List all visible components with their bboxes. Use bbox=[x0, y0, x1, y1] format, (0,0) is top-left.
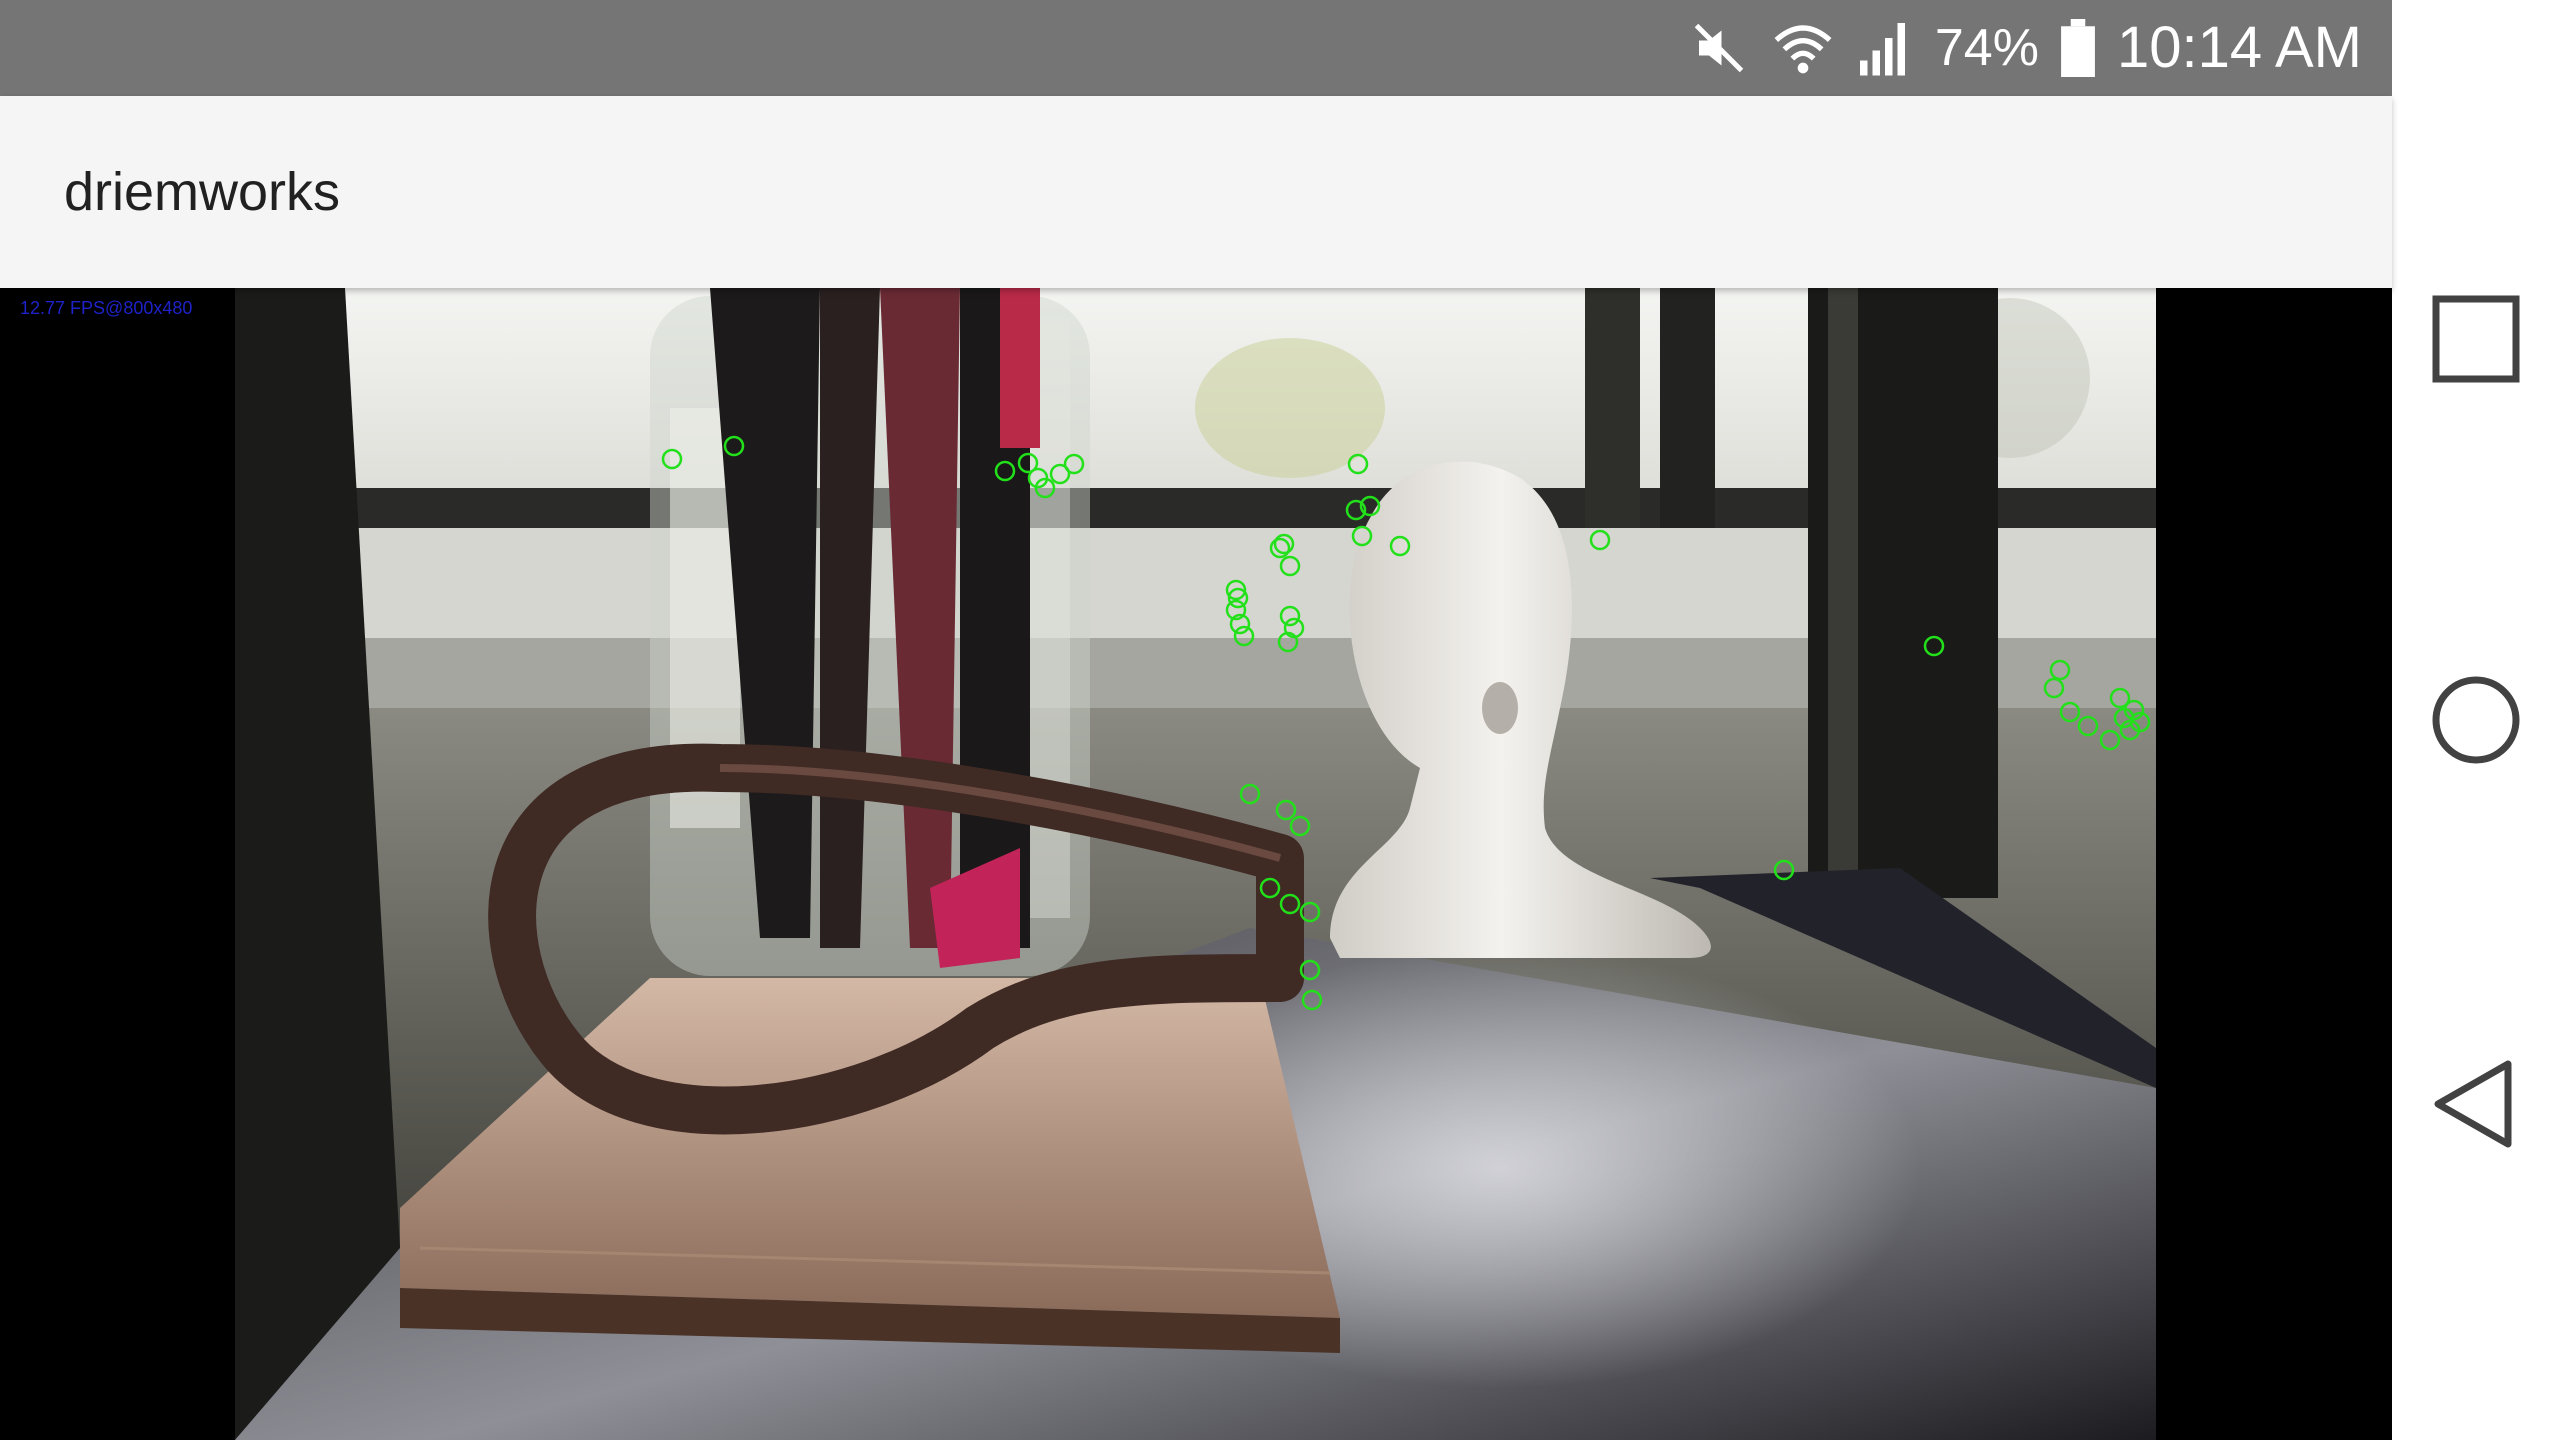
mute-icon bbox=[1689, 18, 1749, 78]
app-title: driemworks bbox=[64, 162, 341, 222]
keypoint-marker bbox=[2099, 729, 2121, 751]
keypoint-marker bbox=[1589, 529, 1611, 551]
keypoint-marker bbox=[1299, 959, 1321, 981]
keypoint-marker bbox=[1351, 525, 1373, 547]
clock: 10:14 AM bbox=[2116, 15, 2362, 80]
keypoint-marker bbox=[2077, 715, 2099, 737]
keypoint-marker bbox=[2049, 659, 2071, 681]
keypoint-marker bbox=[1279, 605, 1301, 627]
recents-button[interactable] bbox=[2392, 255, 2560, 423]
keypoint-marker bbox=[1063, 453, 1085, 475]
camera-preview[interactable]: 12.77 FPS@800x480 bbox=[0, 288, 2392, 1440]
navigation-bar bbox=[2392, 0, 2560, 1440]
battery-icon bbox=[2061, 19, 2095, 77]
keypoint-marker bbox=[1269, 537, 1291, 559]
keypoint-marker bbox=[1347, 453, 1369, 475]
keypoint-marker bbox=[1273, 533, 1295, 555]
fps-readout: 12.77 FPS@800x480 bbox=[20, 298, 193, 318]
keypoint-marker bbox=[994, 460, 1016, 482]
back-button[interactable] bbox=[2392, 1020, 2560, 1188]
keypoint-marker bbox=[1275, 799, 1297, 821]
keypoint-marker bbox=[1389, 535, 1411, 557]
status-icons: 74% 10:14 AM bbox=[1689, 0, 2362, 96]
keypoint-marker bbox=[2059, 701, 2081, 723]
keypoint-overlay bbox=[661, 435, 2151, 1011]
keypoint-marker bbox=[1239, 783, 1261, 805]
keypoint-marker bbox=[1279, 555, 1301, 577]
battery-percent: 74% bbox=[1934, 19, 2039, 77]
status-bar: 74% 10:14 AM bbox=[0, 0, 2392, 96]
keypoint-marker bbox=[1233, 625, 1255, 647]
app-bar: driemworks bbox=[0, 96, 2392, 288]
wifi-icon bbox=[1771, 18, 1835, 78]
keypoint-marker bbox=[1279, 893, 1301, 915]
keypoint-marker bbox=[1773, 859, 1795, 881]
home-icon bbox=[2432, 676, 2520, 764]
keypoint-marker bbox=[1259, 877, 1281, 899]
back-icon bbox=[2434, 1060, 2512, 1148]
keypoint-marker bbox=[661, 448, 683, 470]
keypoint-marker bbox=[1299, 901, 1321, 923]
keypoint-marker bbox=[1289, 815, 1311, 837]
keypoint-marker bbox=[2043, 677, 2065, 699]
keypoint-marker bbox=[1301, 989, 1323, 1011]
cell-signal-icon bbox=[1857, 18, 1913, 78]
home-button[interactable] bbox=[2392, 636, 2560, 804]
keypoint-marker bbox=[1923, 635, 1945, 657]
keypoint-marker bbox=[723, 435, 745, 457]
recents-icon bbox=[2432, 295, 2520, 383]
